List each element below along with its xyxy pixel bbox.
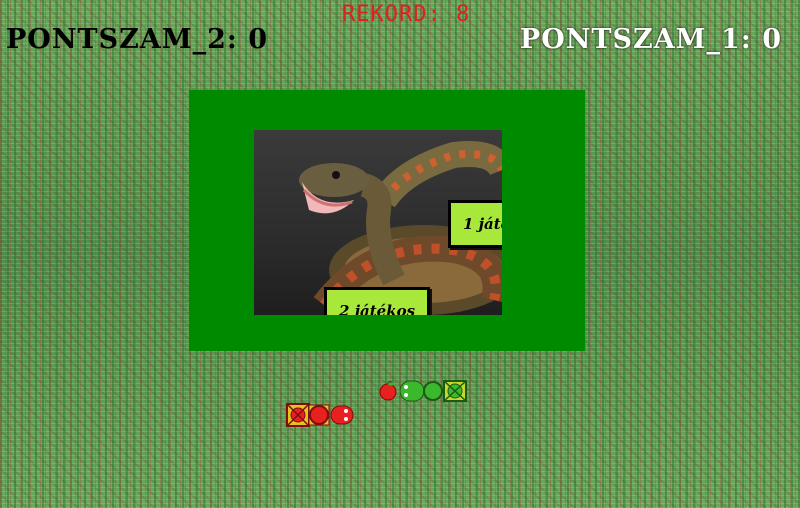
player1-score: PONTSZAM_1: 0 <box>519 24 782 55</box>
player2-score: PONTSZAM_2: 0 <box>6 24 269 55</box>
start-menu-panel: 1 játékos 2 játékos <box>189 90 585 351</box>
apple-icon <box>379 381 397 401</box>
snake-photo: 1 játékos 2 játékos <box>254 130 502 315</box>
two-player-button[interactable]: 2 játékos <box>324 287 430 315</box>
record-score: REKORD: 8 <box>342 2 471 27</box>
one-player-button[interactable]: 1 játékos <box>448 200 502 248</box>
red-snake <box>286 403 354 427</box>
green-snake <box>400 380 467 402</box>
